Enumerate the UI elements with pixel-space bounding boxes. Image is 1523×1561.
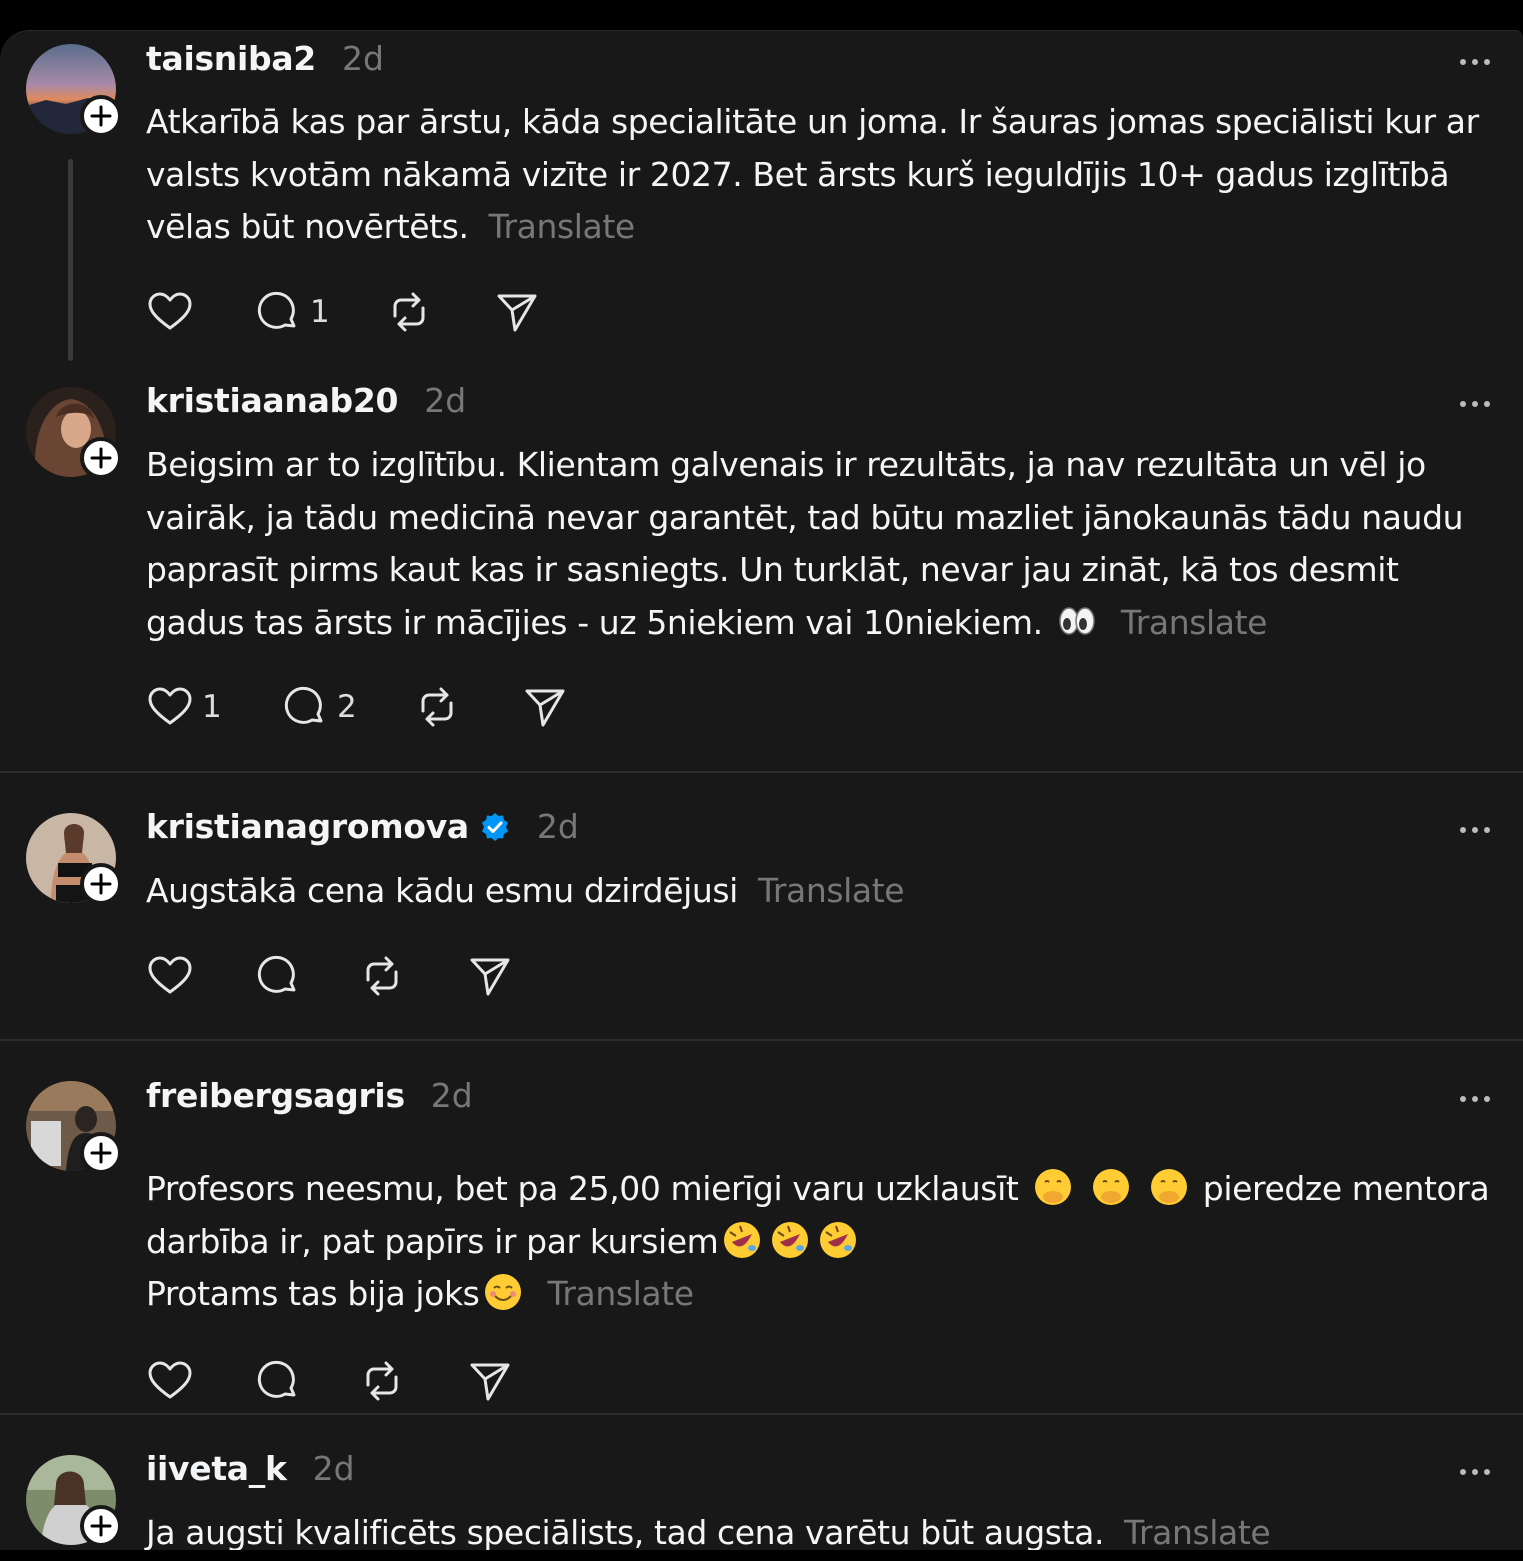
plus-icon [90,873,112,895]
thread-panel: taisniba2 2d Atkarībā kas par ārstu, kād… [0,30,1523,1550]
like-count: 1 [202,689,222,725]
timestamp[interactable]: 2d [342,39,384,78]
heart-icon [148,956,192,994]
more-dots-icon[interactable] [1460,52,1500,72]
repost-icon [366,1361,398,1401]
share-button[interactable] [521,683,569,731]
username[interactable]: taisniba2 [146,39,316,78]
post-body: Atkarībā kas par ārstu, kāda specialitāt… [146,102,1479,246]
post-body: Ja augsti kvalificēts speciālists, tad c… [146,1513,1105,1550]
heart-icon [148,1361,192,1399]
action-bar [146,1357,514,1405]
repost-button[interactable] [385,288,493,336]
rolling-on-floor-laughing-emoji [772,1221,809,1258]
repost-button[interactable] [358,1357,466,1405]
face-with-hand-over-mouth-emoji [1092,1169,1129,1205]
username[interactable]: freibergsagris [146,1076,405,1115]
post-header: iiveta_k 2d [146,1449,355,1488]
follow-button[interactable] [80,863,122,905]
share-button[interactable] [493,288,541,336]
reply-button[interactable] [254,952,358,1000]
comment-bubble-icon [257,1360,296,1398]
window-bottom-edge [0,1550,1523,1561]
verified-badge-icon [481,812,508,841]
more-dots-icon[interactable] [1460,394,1500,414]
post-text: Ja augsti kvalificēts speciālists, tad c… [146,1507,1506,1550]
post-header: taisniba2 2d [146,39,384,78]
action-bar: 1 2 [146,683,569,731]
action-bar: 1 [146,288,541,336]
comment-bubble-icon [257,955,296,993]
rolling-on-floor-laughing-emoji [820,1221,857,1258]
reply-count: 1 [310,294,330,330]
heart-icon [148,687,192,725]
share-button[interactable] [466,952,514,1000]
action-bar [146,952,514,1000]
repost-icon [366,956,398,996]
like-button[interactable] [146,288,254,336]
translate-link[interactable]: Translate [758,871,905,910]
timestamp[interactable]: 2d [431,1076,473,1115]
rolling-on-floor-laughing-emoji [724,1221,761,1258]
reply-button[interactable]: 2 [281,683,413,731]
post-text: Atkarībā kas par ārstu, kāda specialitāt… [146,96,1506,254]
post-text: Profesors neesmu, bet pa 25,00 mierīgi v… [146,1163,1506,1321]
plus-icon [90,105,112,127]
face-with-hand-over-mouth-emoji [1150,1169,1187,1205]
username[interactable]: kristiaanab20 [146,381,399,420]
follow-button[interactable] [80,1132,122,1174]
post-header: freibergsagris 2d [146,1076,473,1115]
face-with-hand-over-mouth-emoji [1034,1169,1071,1205]
translate-link[interactable]: Translate [489,207,636,246]
repost-button[interactable] [358,952,466,1000]
post-divider [0,771,1523,773]
post-header: kristiaanab20 2d [146,381,466,420]
plus-icon [90,1142,112,1164]
more-dots-icon[interactable] [1460,820,1500,840]
translate-link[interactable]: Translate [547,1274,694,1313]
translate-link[interactable]: Translate [1121,603,1268,642]
reply-button[interactable] [254,1357,358,1405]
send-icon [470,1363,510,1401]
reply-button[interactable]: 1 [254,288,385,336]
timestamp[interactable]: 2d [424,381,466,420]
timestamp[interactable]: 2d [537,807,579,846]
post-divider [0,1039,1523,1041]
username[interactable]: kristianagromova [146,807,469,846]
more-dots-icon[interactable] [1460,1462,1500,1482]
follow-button[interactable] [80,1505,122,1547]
like-button[interactable] [146,1357,254,1405]
like-button[interactable] [146,952,254,1000]
post-body-continued: Protams tas bija joks [146,1274,480,1313]
more-dots-icon[interactable] [1460,1089,1500,1109]
plus-icon [90,1515,112,1537]
send-icon [497,294,537,332]
plus-icon [90,447,112,469]
post-text: Beigsim ar to izglītību. Klientam galven… [146,439,1506,649]
post-body: Profesors neesmu, bet pa 25,00 mierīgi v… [146,1169,1019,1208]
repost-icon [393,292,425,332]
share-button[interactable] [466,1357,514,1405]
post-divider [0,1413,1523,1415]
send-icon [470,958,510,996]
comment-bubble-icon [284,686,323,724]
eyes-emoji [1059,606,1095,635]
reply-count: 2 [337,689,357,725]
like-button[interactable]: 1 [146,683,281,731]
send-icon [525,689,565,727]
post-text: Augstākā cena kādu esmu dzirdējusi Transl… [146,865,1506,918]
repost-button[interactable] [413,683,521,731]
follow-button[interactable] [80,95,122,137]
follow-button[interactable] [80,437,122,479]
username[interactable]: iiveta_k [146,1449,287,1488]
thread-line [68,159,73,361]
post-body: Augstākā cena kādu esmu dzirdējusi [146,871,738,910]
translate-link[interactable]: Translate [1124,1513,1271,1550]
repost-icon [421,687,453,727]
timestamp[interactable]: 2d [313,1449,355,1488]
post-header: kristianagromova 2d [146,807,579,846]
heart-icon [148,292,192,330]
smiling-face-emoji [485,1274,522,1310]
comment-bubble-icon [257,291,296,329]
